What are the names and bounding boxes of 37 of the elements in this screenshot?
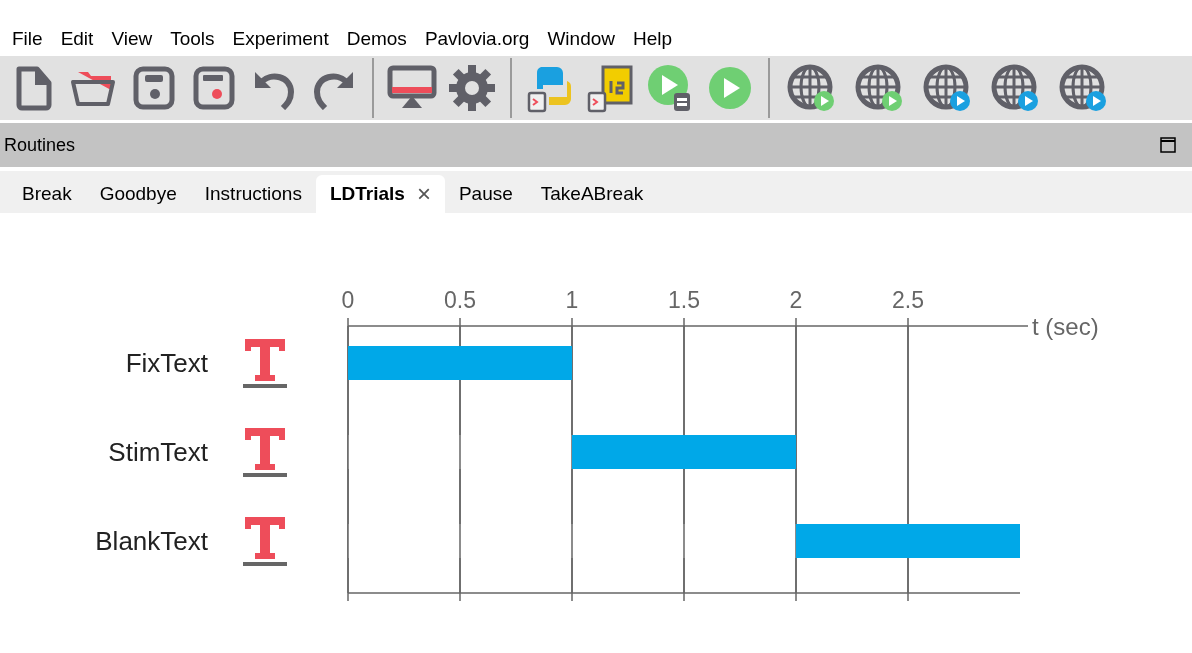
panel-title: Routines xyxy=(4,133,76,157)
tick-label: 0.5 xyxy=(444,287,476,313)
menu-item[interactable]: File xyxy=(12,24,43,54)
new-file-icon[interactable] xyxy=(15,65,53,111)
menu-item[interactable]: Demos xyxy=(346,24,407,54)
globe-play-icon[interactable] xyxy=(786,63,836,113)
menu-item[interactable]: Window xyxy=(547,24,615,54)
save-icon[interactable] xyxy=(132,65,176,111)
text-component-icon[interactable] xyxy=(243,517,287,566)
routine-tab[interactable]: Break xyxy=(8,175,86,213)
component-name: FixText xyxy=(125,348,208,378)
tick-label: 1 xyxy=(565,287,579,313)
axis-label: t (sec) xyxy=(1032,313,1099,340)
tick-label: 2 xyxy=(789,287,803,313)
component-name: StimText xyxy=(108,437,208,467)
save-as-icon[interactable] xyxy=(192,65,236,111)
text-component-icon[interactable] xyxy=(243,339,287,388)
menu-item[interactable]: Edit xyxy=(60,24,94,54)
tick-label: 2.5 xyxy=(892,287,924,313)
menu-item[interactable]: Help xyxy=(633,24,673,54)
menu-item[interactable]: Pavlovia.org xyxy=(424,24,530,54)
close-tab-button[interactable]: × xyxy=(416,176,431,212)
menu-item[interactable]: Experiment xyxy=(232,24,329,54)
settings-icon[interactable] xyxy=(448,64,496,112)
routine-tab[interactable]: LDTrials × xyxy=(315,175,445,213)
component-name: BlankText xyxy=(95,526,208,556)
text-component-icon[interactable] xyxy=(243,428,287,477)
tick-label: 0 xyxy=(341,287,355,313)
menu-item[interactable]: Tools xyxy=(170,24,215,54)
routine-tab[interactable]: TakeABreak xyxy=(526,175,658,213)
monitor-icon[interactable] xyxy=(387,65,437,111)
maximize-icon[interactable] xyxy=(1160,137,1176,153)
routine-tab[interactable]: Goodbye xyxy=(85,175,191,213)
routine-tab[interactable]: Pause xyxy=(444,175,527,213)
menu-item[interactable]: View xyxy=(111,24,153,54)
tick-label: 1.5 xyxy=(668,287,700,313)
routine-tab[interactable]: Instructions xyxy=(190,175,316,213)
